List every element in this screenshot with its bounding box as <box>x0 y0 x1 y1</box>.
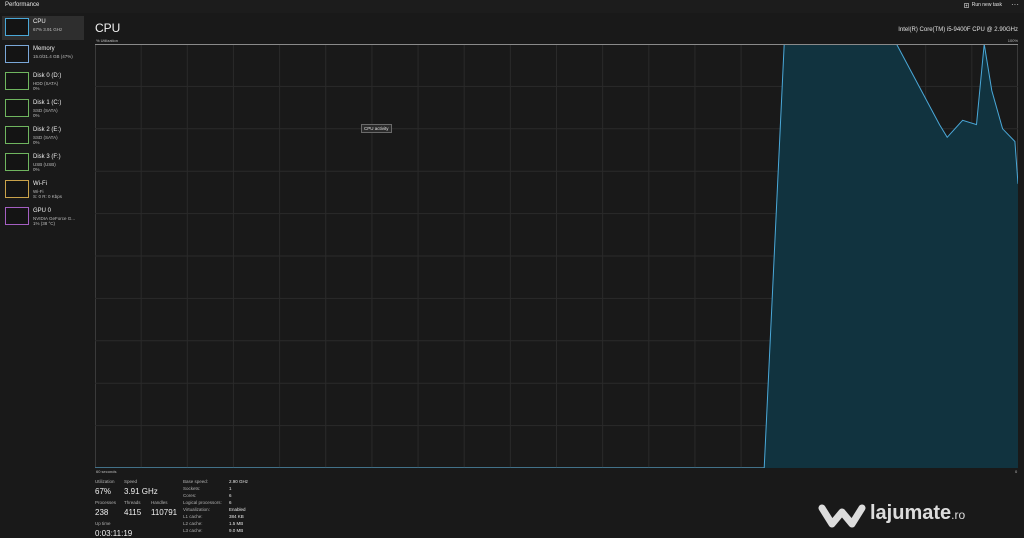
processes-value: 238 <box>95 508 109 517</box>
sidebar-item-disk-2-e[interactable]: Disk 2 (E:) SSD (SATA) 0% <box>2 124 84 148</box>
processes-label: Processes <box>95 500 117 505</box>
watermark-word: lajumate <box>870 502 952 524</box>
sidebar-graph-thumbnail <box>5 126 29 144</box>
sidebar-item-label: Wi-Fi <box>33 181 47 187</box>
sidebar-item-disk-3-f[interactable]: Disk 3 (F:) USB (USB) 0% <box>2 151 84 175</box>
lajumate-logo-icon <box>818 504 866 528</box>
cpu-model: Intel(R) Core(TM) i5-9400F CPU @ 2.90GHz <box>898 27 1018 33</box>
detail-value: 1.5 MB <box>229 521 244 526</box>
detail-key: Base speed: <box>183 479 209 484</box>
utilization-value: 67% <box>95 487 112 496</box>
sidebar-item-detail: 15.0/31.4 GB (47%) <box>33 54 73 59</box>
utilization-axis-label: % Utilization <box>96 38 119 43</box>
sidebar-item-memory[interactable]: Memory 15.0/31.4 GB (47%) <box>2 43 84 67</box>
min-axis-label: 0 <box>1015 469 1018 474</box>
sidebar-item-detail-2: 0% <box>33 167 40 172</box>
detail-key: Virtualization: <box>183 507 210 512</box>
sidebar-item-label: GPU 0 <box>33 208 52 214</box>
sidebar-item-detail-2: 1% (38 °C) <box>33 221 56 226</box>
detail-key: Cores: <box>183 493 197 498</box>
sidebar-graph-thumbnail <box>5 99 29 117</box>
sidebar-graph-thumbnail <box>5 45 29 63</box>
detail-key: Logical processors: <box>183 500 222 505</box>
sidebar-item-cpu[interactable]: CPU 67% 3.91 GHz <box>2 16 84 40</box>
sidebar-item-wi-fi[interactable]: Wi-Fi Wi-Fi S: 0 R: 0 Kbps <box>2 178 84 202</box>
detail-value: 384 KB <box>229 514 244 519</box>
uptime-value: 0:03:11:19 <box>95 529 133 538</box>
sidebar-item-label: Memory <box>33 46 55 52</box>
detail-value: Enabled <box>229 507 246 512</box>
detail-key: L3 cache: <box>183 528 203 533</box>
threads-value: 4115 <box>124 508 142 517</box>
sidebar-item-detail-2: 0% <box>33 113 40 118</box>
max-axis-label: 100% <box>1007 38 1018 43</box>
main-title: CPU <box>95 21 121 35</box>
sidebar-item-label: Disk 2 (E:) <box>33 127 62 133</box>
title-bar: Performance Run new task ··· <box>0 0 1024 13</box>
uptime-label: Up time <box>95 521 111 526</box>
detail-key: L2 cache: <box>183 521 203 526</box>
sidebar-item-detail: 67% 3.91 GHz <box>33 27 63 32</box>
threads-label: Threads <box>124 500 141 505</box>
detail-value: 1 <box>229 486 232 491</box>
sidebar-graph-thumbnail <box>5 180 29 198</box>
sidebar-item-label: Disk 3 (F:) <box>33 154 61 160</box>
detail-value: 6 <box>229 493 232 498</box>
detail-value: 2.90 GHz <box>229 479 249 484</box>
page-title: Performance <box>5 2 40 8</box>
sidebar-item-label: Disk 1 (C:) <box>33 100 62 106</box>
detail-key: L1 cache: <box>183 514 203 519</box>
run-new-task-label: Run new task <box>971 2 1002 8</box>
sidebar-graph-thumbnail <box>5 18 29 36</box>
sidebar-item-label: Disk 0 (D:) <box>33 73 62 79</box>
sidebar-item-detail-2: 0% <box>33 86 40 91</box>
sidebar-item-disk-0-d[interactable]: Disk 0 (D:) HDD (SATA) 0% <box>2 70 84 94</box>
graph-tooltip: CPU activity <box>361 124 392 133</box>
sidebar-graph-thumbnail <box>5 72 29 90</box>
sidebar-item-label: CPU <box>33 19 46 25</box>
sidebar-item-disk-1-c[interactable]: Disk 1 (C:) SSD (SATA) 0% <box>2 97 84 121</box>
speed-value: 3.91 GHz <box>124 487 158 496</box>
watermark-suffix: .ro <box>951 508 966 522</box>
sidebar-item-detail-2: S: 0 R: 0 Kbps <box>33 194 63 199</box>
detail-value: 9.0 MB <box>229 528 244 533</box>
cpu-utilization-graph <box>95 44 1018 468</box>
sidebar-item-detail-2: 0% <box>33 140 40 145</box>
utilization-label: Utilization <box>95 479 115 484</box>
sidebar-graph-thumbnail <box>5 207 29 225</box>
detail-value: 6 <box>229 500 232 505</box>
sidebar-item-gpu-0[interactable]: GPU 0 NVIDIA GeForce G... 1% (38 °C) <box>2 205 84 229</box>
sidebar-graph-thumbnail <box>5 153 29 171</box>
handles-label: Handles <box>151 500 168 505</box>
speed-label: Speed <box>124 479 138 484</box>
watermark-text: lajumate.ro <box>870 502 965 525</box>
detail-key: Sockets: <box>183 486 201 491</box>
time-axis-label: 60 seconds <box>96 469 117 474</box>
run-new-task-button[interactable]: Run new task <box>963 2 1002 8</box>
handles-value: 110791 <box>151 508 178 517</box>
more-icon[interactable]: ··· <box>1011 0 1019 9</box>
watermark: lajumate.ro <box>818 494 1018 534</box>
sidebar: CPU 67% 3.91 GHz Memory 15.0/31.4 GB (47%) D… <box>0 16 86 538</box>
run-task-icon <box>963 2 969 8</box>
